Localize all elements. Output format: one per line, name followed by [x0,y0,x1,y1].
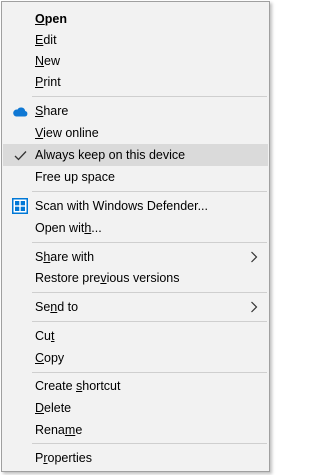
menu-item-label: Rename [35,423,83,437]
menu-item-send-to[interactable]: Send to [3,296,268,318]
menu-separator [32,242,267,243]
menu-separator [32,96,267,97]
menu-item-label: Free up space [35,170,115,184]
menu-item-label: Restore previous versions [35,271,180,285]
menu-item-properties[interactable]: Properties [3,447,268,469]
menu-item-free-up-space[interactable]: Free up space [3,166,268,188]
menu-item-open-with[interactable]: Open with... [3,217,268,239]
menu-item-copy[interactable]: Copy [3,347,268,369]
menu-item-view-online[interactable]: View online [3,122,268,144]
chevron-right-icon [250,251,258,263]
onedrive-cloud-icon [11,102,29,120]
menu-item-open[interactable]: Open [3,8,268,30]
menu-separator [32,191,267,192]
menu-item-delete[interactable]: Delete [3,397,268,419]
menu-item-new[interactable]: New [3,50,268,72]
menu-item-label: Share with [35,250,95,264]
menu-separator [32,443,267,444]
menu-item-scan-defender[interactable]: Scan with Windows Defender... [3,195,268,217]
menu-item-print[interactable]: Print [3,71,268,93]
menu-item-label: Always keep on this device [35,148,186,162]
menu-item-edit[interactable]: Edit [3,29,268,51]
menu-item-label: Delete [35,401,72,415]
menu-item-label: New [35,54,61,68]
windows-defender-icon [11,197,29,215]
menu-item-restore-previous[interactable]: Restore previous versions [3,267,268,289]
menu-item-rename[interactable]: Rename [3,419,268,441]
chevron-right-icon [250,301,258,313]
menu-item-always-keep[interactable]: Always keep on this device [3,144,268,166]
menu-item-label: Copy [35,351,65,365]
menu-item-label: Scan with Windows Defender... [35,199,208,213]
menu-separator [32,292,267,293]
menu-item-share-with[interactable]: Share with [3,246,268,268]
menu-item-label: Print [35,75,61,89]
menu-item-label: Send to [35,300,79,314]
menu-item-label: Create shortcut [35,379,121,393]
menu-item-label: Edit [35,33,57,47]
menu-item-share[interactable]: Share [3,100,268,122]
menu-item-label: Open [35,12,67,26]
menu-item-label: View online [35,126,99,140]
menu-separator [32,372,267,373]
menu-item-cut[interactable]: Cut [3,325,268,347]
menu-item-label: Share [35,104,69,118]
context-menu: Open Edit New Print Share View online Al… [1,1,270,472]
menu-item-label: Cut [35,329,55,343]
checkmark-icon [11,146,29,164]
menu-item-label: Properties [35,451,92,465]
menu-separator [32,321,267,322]
menu-item-label: Open with... [35,221,102,235]
menu-item-create-shortcut[interactable]: Create shortcut [3,375,268,397]
